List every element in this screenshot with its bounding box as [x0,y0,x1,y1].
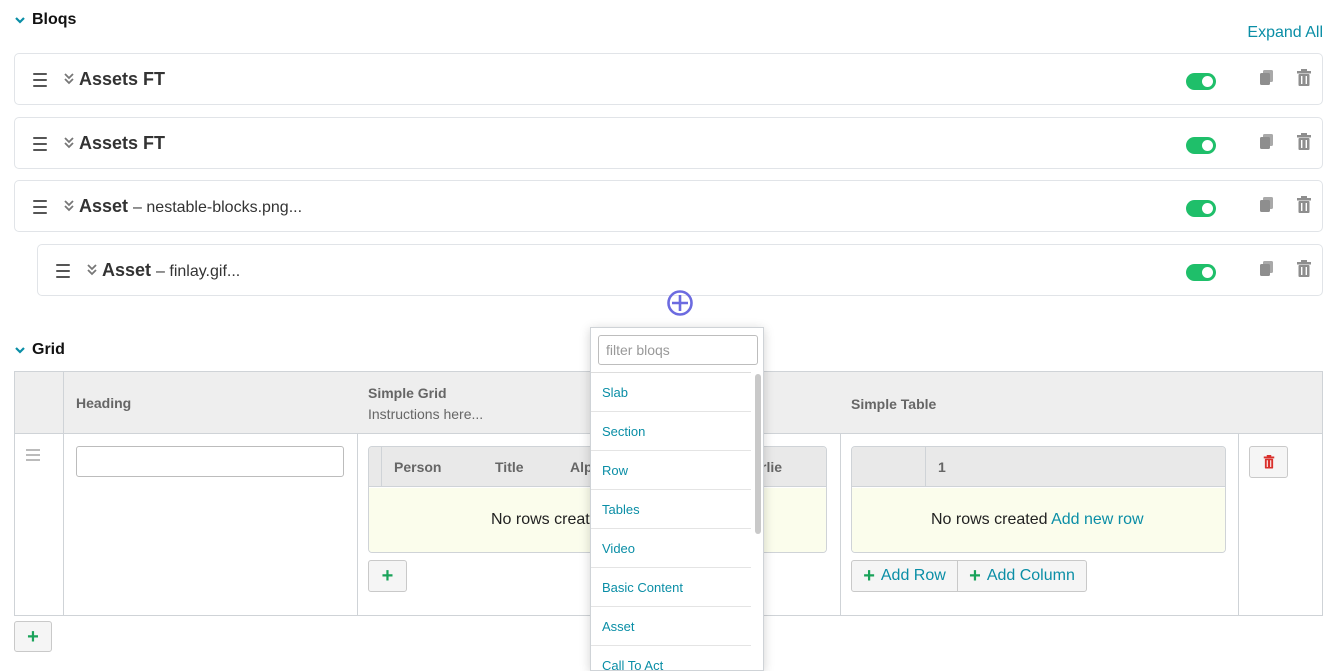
drag-handle-icon[interactable] [33,73,47,87]
chevron-down-icon [15,347,25,354]
drag-handle-icon[interactable] [33,137,47,151]
bloq-type-list: Slab Section Row Tables Video Basic Cont… [591,372,751,670]
column-simple-table: Simple Table [851,396,937,412]
filter-bloqs-input[interactable] [598,335,758,365]
bloq-option[interactable]: Video [591,529,751,568]
simple-table: 1 No rows created Add new row [851,446,1226,553]
simple-table-header: 1 [852,447,1225,487]
plus-icon: + [863,565,875,587]
plus-icon: + [969,565,981,587]
bloq-option[interactable]: Basic Content [591,568,751,607]
expand-all-link[interactable]: Expand All [1247,24,1323,42]
simple-table-empty-text: No rows created Add new row [931,511,1144,528]
add-bloq-icon[interactable] [666,289,694,317]
copy-icon[interactable] [1258,69,1276,89]
simple-table-empty-body: No rows created Add new row [852,488,1225,552]
grid-add-row-button[interactable]: + [14,621,52,652]
simple-grid-col-title: Title [495,459,524,475]
bloq-option[interactable]: Call To Act [591,646,751,670]
heading-input[interactable] [76,446,344,477]
simple-grid-col-person: Person [394,459,442,475]
trash-icon[interactable] [1295,196,1313,216]
grid-section-title: Grid [32,341,65,358]
double-chevron-down-icon[interactable] [64,135,74,151]
trash-icon[interactable] [1295,69,1313,89]
add-row-label: Add Row [880,567,946,584]
simple-grid-col-4: rlie [761,459,783,475]
bloq-option[interactable]: Asset [591,607,751,646]
simple-grid-empty-text: No rows creat [491,511,590,528]
bloq-row[interactable]: Asset – nestable-blocks.png... [14,180,1323,232]
enable-toggle[interactable] [1186,73,1216,90]
bloq-row[interactable]: Assets FT [14,53,1323,105]
drag-handle-icon[interactable] [33,200,47,214]
copy-icon[interactable] [1258,133,1276,153]
plus-icon: + [381,565,394,587]
bloq-title: Asset – nestable-blocks.png... [79,196,303,216]
delete-row-button[interactable] [1249,446,1288,478]
add-new-row-link[interactable]: Add new row [1051,511,1144,528]
bloqs-section-header[interactable]: Bloqs [14,11,76,29]
double-chevron-down-icon[interactable] [64,198,74,214]
chevron-down-icon [15,17,25,24]
copy-icon[interactable] [1258,260,1276,280]
drag-handle-icon[interactable] [56,264,70,278]
grid-section-header[interactable]: Grid [14,341,65,359]
double-chevron-down-icon[interactable] [64,71,74,87]
bloq-picker-dropdown: Slab Section Row Tables Video Basic Cont… [590,327,764,671]
bloq-option[interactable]: Section [591,412,751,451]
bloq-title: Assets FT [79,69,166,89]
double-chevron-down-icon[interactable] [87,262,97,278]
simple-grid-add-row-button[interactable]: + [368,560,407,592]
enable-toggle[interactable] [1186,137,1216,154]
simple-table-col-1: 1 [938,459,946,475]
row-drag-handle-icon[interactable] [26,449,40,461]
trash-icon [1263,454,1274,468]
copy-icon[interactable] [1258,196,1276,216]
column-simple-grid: Simple Grid [368,385,447,401]
plus-icon: + [27,625,39,648]
simple-grid-instructions: Instructions here... [368,406,484,422]
bloqs-section-title: Bloqs [32,11,77,28]
trash-icon[interactable] [1295,133,1313,153]
add-column-label: Add Column [986,567,1075,584]
bloq-option[interactable]: Row [591,451,751,490]
dropdown-scrollbar[interactable] [755,374,761,534]
enable-toggle[interactable] [1186,264,1216,281]
bloq-row[interactable]: Assets FT [14,117,1323,169]
bloq-title: Assets FT [79,133,166,153]
trash-icon[interactable] [1295,260,1313,280]
add-row-button[interactable]: + Add Row [851,560,958,592]
add-column-button[interactable]: + Add Column [957,560,1087,592]
column-heading: Heading [76,395,132,411]
bloq-option[interactable]: Tables [591,490,751,529]
enable-toggle[interactable] [1186,200,1216,217]
bloq-title: Asset – finlay.gif... [102,260,241,280]
bloq-option[interactable]: Slab [591,373,751,412]
